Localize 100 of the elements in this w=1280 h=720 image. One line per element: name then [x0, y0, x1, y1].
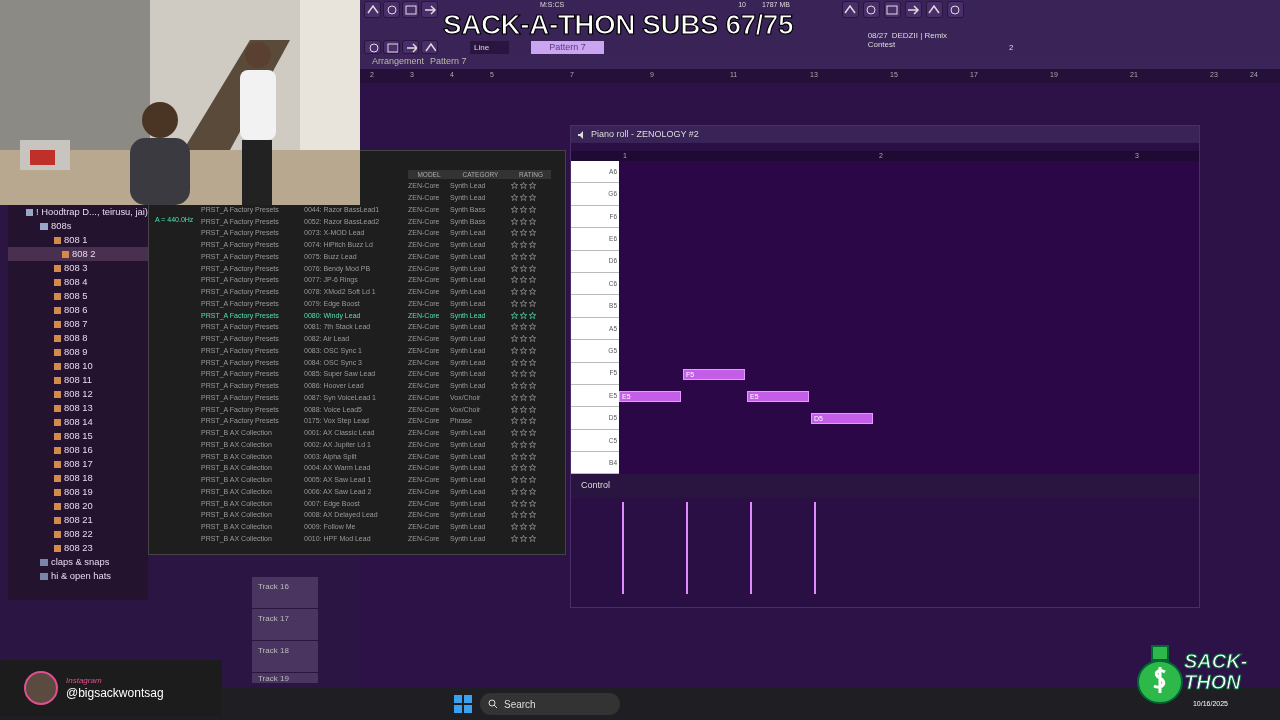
folder-item[interactable]: hi & open hats [51, 569, 111, 583]
toolbar-button[interactable] [383, 1, 400, 18]
star-icon [529, 417, 536, 425]
square-icon [885, 2, 900, 17]
star-icon [529, 358, 536, 366]
pattern-selector[interactable]: Pattern 7 [531, 40, 604, 54]
file-item[interactable]: 808 21 [64, 513, 93, 527]
news-title[interactable]: DEDZII | Remix [891, 31, 948, 40]
folder-item[interactable]: 808s [51, 219, 72, 233]
star-icon [520, 393, 527, 401]
news-subtitle[interactable]: Contest [867, 40, 948, 49]
toolbar-button[interactable] [383, 40, 400, 54]
file-item[interactable]: 808 8 [64, 331, 88, 345]
breadcrumb-item[interactable]: Pattern 7 [430, 55, 467, 69]
file-item[interactable]: 808 19 [64, 485, 93, 499]
star-icon [511, 264, 518, 272]
file-item[interactable]: 808 10 [64, 359, 93, 373]
star-icon [511, 370, 518, 378]
star-icon [529, 405, 536, 413]
file-item[interactable]: 808 15 [64, 429, 93, 443]
star-icon [520, 382, 527, 390]
file-item[interactable]: 808 13 [64, 401, 93, 415]
star-icon [511, 241, 518, 249]
caret-icon [423, 41, 436, 53]
star-icon [529, 429, 536, 437]
file-item[interactable]: 808 20 [64, 499, 93, 513]
arrow-icon [422, 2, 437, 17]
toolbar-button[interactable] [421, 1, 438, 18]
star-icon [520, 464, 527, 472]
track-header[interactable]: Track 18 [252, 641, 318, 673]
star-icon [529, 382, 536, 390]
file-item[interactable]: 808 1 [64, 233, 88, 247]
file-item[interactable]: 808 3 [64, 261, 88, 275]
toolbar-button[interactable] [925, 1, 943, 18]
file-item[interactable]: 808 11 [64, 373, 92, 387]
star-icon [529, 464, 536, 472]
folder-item[interactable]: ! Hoodtrap D..., teirusu, jai) [35, 205, 148, 219]
toolbar-button[interactable] [841, 1, 859, 18]
star-icon [511, 229, 518, 237]
toolbar-button[interactable] [904, 1, 922, 18]
control-label[interactable]: Control [581, 479, 610, 493]
file-item[interactable]: 808 5 [64, 289, 88, 303]
file-item[interactable]: 808 23 [64, 541, 93, 555]
star-icon [511, 440, 518, 448]
toolbar-button[interactable] [421, 40, 438, 54]
star-icon [529, 499, 536, 507]
taskbar-search[interactable]: Search [480, 693, 620, 715]
file-item[interactable]: 808 22 [64, 527, 93, 541]
star-icon [520, 499, 527, 507]
star-icon [511, 252, 518, 260]
star-icon [529, 487, 536, 495]
file-item[interactable]: 808 17 [64, 457, 93, 471]
toolbar-button[interactable] [883, 1, 901, 18]
star-icon [520, 523, 527, 531]
news-date: 08/27 [867, 31, 888, 40]
star-icon [511, 523, 518, 531]
star-icon [520, 205, 527, 213]
toolbar-button[interactable] [364, 1, 381, 18]
star-icon [520, 346, 527, 354]
toolbar-button[interactable] [364, 40, 381, 54]
logo-text-top: SACK- [1184, 651, 1248, 672]
folder-item[interactable]: claps & snaps [51, 555, 110, 569]
toolbar-button[interactable] [946, 1, 964, 18]
star-icon [529, 370, 536, 378]
star-icon [520, 229, 527, 237]
star-icon [511, 464, 518, 472]
search-placeholder: Search [504, 697, 536, 712]
star-icon [511, 205, 518, 213]
toolbar-button[interactable] [402, 1, 419, 18]
star-icon [529, 241, 536, 249]
file-item[interactable]: 808 7 [64, 317, 88, 331]
star-icon [511, 217, 518, 225]
snap-selector[interactable]: Line [470, 40, 510, 54]
star-icon [520, 264, 527, 272]
star-icon [511, 476, 518, 484]
file-item[interactable]: 808 4 [64, 275, 88, 289]
star-icon [511, 335, 518, 343]
star-icon [520, 288, 527, 296]
file-item[interactable]: 808 18 [64, 471, 93, 485]
breadcrumb-item[interactable]: Arrangement [372, 55, 425, 69]
file-item[interactable]: 808 9 [64, 345, 88, 359]
star-icon [511, 405, 518, 413]
track-header[interactable]: Track 17 [252, 609, 318, 641]
star-icon [529, 182, 536, 190]
star-icon [529, 452, 536, 460]
file-item[interactable]: 808 14 [64, 415, 93, 429]
star-icon [511, 534, 518, 542]
file-item[interactable]: 808 2 [72, 247, 96, 261]
file-item[interactable]: 808 12 [64, 387, 93, 401]
file-item[interactable]: 808 16 [64, 443, 93, 457]
windows-start-icon[interactable] [454, 695, 472, 713]
star-icon [529, 346, 536, 354]
toolbar-button[interactable] [402, 40, 419, 54]
stream-overlay-title: SACK-A-THON SUBS 67/75 [443, 10, 793, 39]
instagram-label: Instagram [66, 676, 103, 686]
toolbar-button[interactable] [862, 1, 880, 18]
track-header[interactable]: Track 16 [252, 577, 318, 609]
file-item[interactable]: 808 6 [64, 303, 88, 317]
track-header[interactable]: Track 19 [252, 673, 318, 684]
instagram-handle: @bigsackwontsag [66, 686, 164, 700]
